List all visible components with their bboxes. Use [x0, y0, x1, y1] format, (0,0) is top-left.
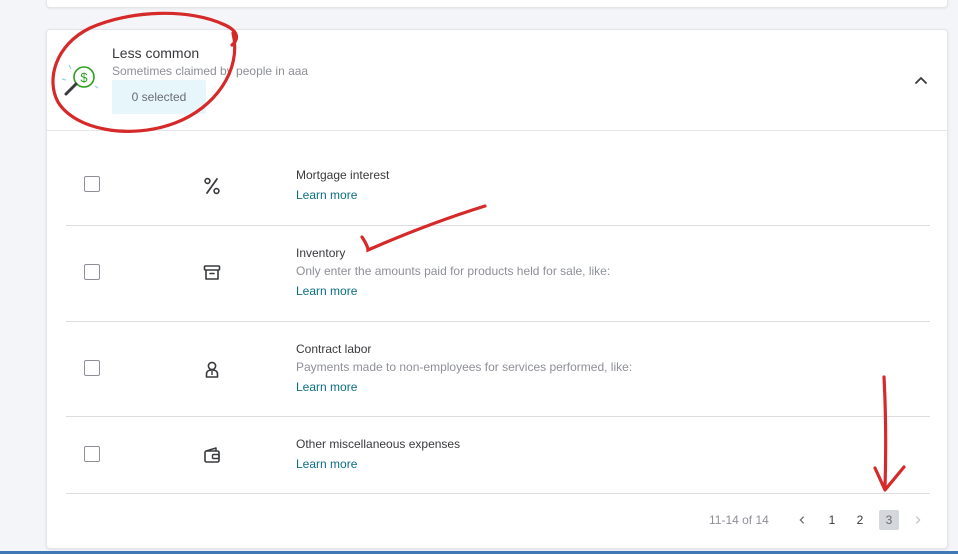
pagination: 11-14 of 14 1 2 3: [47, 508, 947, 532]
list-item: Mortgage interest Learn more: [66, 130, 930, 226]
item-description: Only enter the amounts paid for products…: [296, 264, 611, 278]
magnifier-dollar-icon: $: [61, 64, 99, 96]
chevron-right-icon[interactable]: [911, 510, 925, 530]
page-1-button[interactable]: 1: [825, 510, 839, 530]
worker-icon: [205, 361, 219, 378]
pagination-range: 11-14 of 14: [709, 513, 769, 527]
page-2-button[interactable]: 2: [853, 510, 867, 530]
percent-icon: [204, 177, 220, 195]
item-checkbox[interactable]: [84, 360, 100, 376]
section-subtitle: Sometimes claimed by people in aaa: [112, 64, 309, 78]
learn-more-link[interactable]: Learn more: [296, 457, 357, 471]
item-title: Other miscellaneous expenses: [296, 437, 461, 451]
less-common-section: $ Less common Sometimes claimed by peopl…: [46, 29, 948, 549]
item-checkbox[interactable]: [84, 264, 100, 280]
wallet-icon: [204, 447, 220, 463]
selected-count-badge: 0 selected: [112, 80, 206, 114]
previous-section-card: [46, 0, 948, 8]
chevron-up-icon[interactable]: [911, 70, 931, 90]
item-title: Mortgage interest: [296, 168, 390, 182]
learn-more-link[interactable]: Learn more: [296, 188, 357, 202]
learn-more-link[interactable]: Learn more: [296, 284, 357, 298]
expense-list: Mortgage interest Learn more Inventory O…: [66, 130, 930, 494]
page-3-button[interactable]: 3: [879, 510, 899, 530]
section-header[interactable]: $ Less common Sometimes claimed by peopl…: [47, 30, 947, 131]
learn-more-link[interactable]: Learn more: [296, 380, 357, 394]
archive-box-icon: [203, 265, 221, 280]
list-item: Inventory Only enter the amounts paid fo…: [66, 226, 930, 322]
item-title: Inventory: [296, 246, 346, 260]
section-title: Less common: [112, 45, 200, 61]
list-item: Other miscellaneous expenses Learn more: [66, 417, 930, 494]
chevron-left-icon[interactable]: [795, 510, 809, 530]
item-title: Contract labor: [296, 342, 372, 356]
item-description: Payments made to non-employees for servi…: [296, 360, 633, 374]
list-item: Contract labor Payments made to non-empl…: [66, 322, 930, 417]
svg-text:$: $: [80, 70, 88, 85]
item-checkbox[interactable]: [84, 446, 100, 462]
item-checkbox[interactable]: [84, 176, 100, 192]
